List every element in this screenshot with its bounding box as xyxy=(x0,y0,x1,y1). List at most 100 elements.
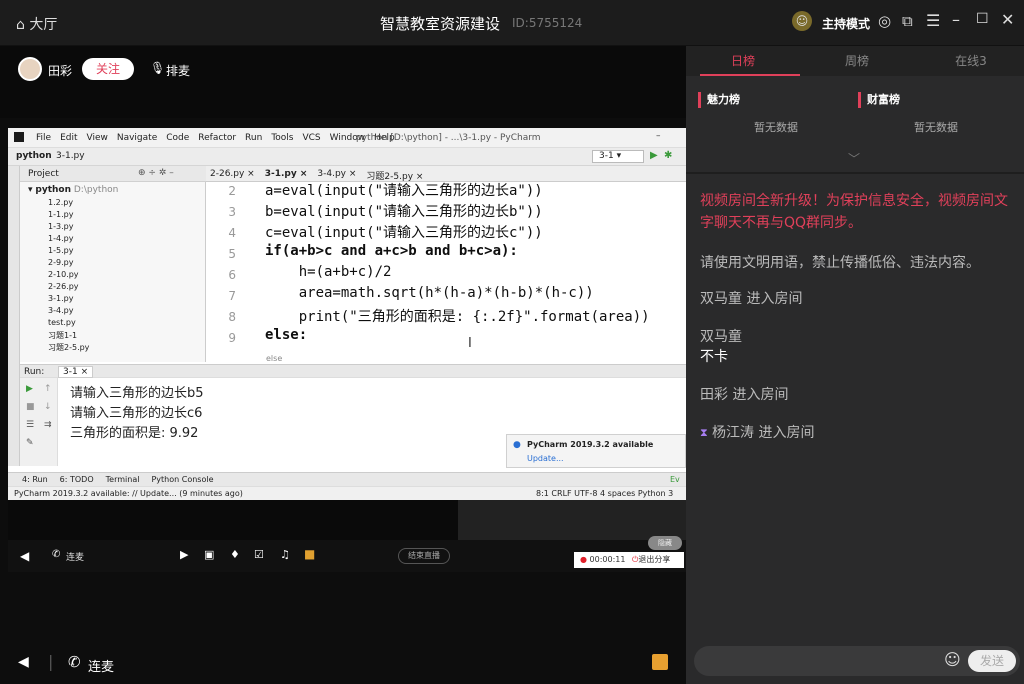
ide-menu-item[interactable]: Refactor xyxy=(198,133,236,143)
run-button-icon[interactable]: ▶ xyxy=(650,150,658,161)
project-file[interactable]: 2-10.py xyxy=(48,270,79,279)
run-toolbar: ▶ ↑ ■ ↓ ☰ ⇉ ✎ xyxy=(20,378,58,466)
share-camera-icon[interactable]: ▶ xyxy=(180,548,188,561)
share-mic-icon[interactable]: ♦ xyxy=(230,548,240,561)
project-file[interactable]: 2-9.py xyxy=(48,258,73,267)
tab-daily[interactable]: 日榜 xyxy=(688,46,798,76)
close-icon[interactable]: ✕ xyxy=(1001,10,1014,29)
ide-menu-item[interactable]: Code xyxy=(166,133,189,143)
code-line: a=eval(input("请输入三角形的边长a")) xyxy=(265,183,543,199)
scroll-down-icon[interactable]: ↓ xyxy=(44,402,52,412)
run-tab-label: 3-1 xyxy=(63,367,78,377)
debug-button-icon[interactable]: ✱ xyxy=(664,150,672,161)
tab-online[interactable]: 在线3 xyxy=(916,46,1024,76)
end-live-button[interactable]: 结束直播 xyxy=(398,548,450,564)
room-title: 智慧教室资源建设 xyxy=(380,15,501,33)
ide-menu-item[interactable]: File xyxy=(36,133,51,143)
share-video-pip xyxy=(458,500,686,540)
project-label[interactable]: Project xyxy=(28,169,59,179)
expand-chevron-icon[interactable]: ﹀ xyxy=(848,150,860,167)
bottom-tool-tab[interactable]: Terminal xyxy=(106,475,140,484)
lobby-button[interactable]: ⌂ 大厅 xyxy=(16,14,57,34)
project-file[interactable]: 1.2.py xyxy=(48,198,73,207)
ide-minimize-icon[interactable]: – xyxy=(656,131,661,141)
host-avatar-icon: ☺ xyxy=(792,11,812,31)
ide-menu-item[interactable]: VCS xyxy=(302,133,320,143)
project-file[interactable]: 2-26.py xyxy=(48,282,79,291)
project-file[interactable]: test.py xyxy=(48,318,76,327)
share-connect-icon[interactable]: ✆ xyxy=(52,549,60,560)
connect-label[interactable]: 连麦 xyxy=(88,656,114,675)
ide-window-title: python [D:\python] - ...\3-1.py - PyChar… xyxy=(356,133,541,143)
share-speaker-icon[interactable]: ◀ xyxy=(20,549,29,563)
bottom-tool-tab[interactable]: 6: TODO xyxy=(60,475,94,484)
settings-icon[interactable]: ◎ xyxy=(878,12,891,30)
project-file[interactable]: 习题1-1 xyxy=(48,330,77,341)
gift-icon[interactable] xyxy=(652,654,668,670)
project-tools-icon[interactable]: ⊕ ÷ ✲ – xyxy=(138,168,174,178)
maximize-icon[interactable]: ☐ xyxy=(976,11,989,27)
speaker-icon[interactable]: ◀ xyxy=(18,654,29,670)
event-log-tab[interactable]: Ev xyxy=(670,475,680,484)
project-file[interactable]: 1-5.py xyxy=(48,246,73,255)
project-file[interactable]: 3-4.py xyxy=(48,306,73,315)
wrap-icon[interactable]: ⇉ xyxy=(44,420,52,430)
mic-queue-icon[interactable]: 🎙 xyxy=(150,61,165,75)
project-file[interactable]: 3-1.py xyxy=(48,294,73,303)
editor-tab[interactable]: 2-26.py × xyxy=(210,169,255,182)
ide-menu-item[interactable]: Tools xyxy=(271,133,293,143)
divider: | xyxy=(48,652,54,671)
ide-menu-item[interactable]: View xyxy=(87,133,108,143)
layout-icon[interactable]: ☰ xyxy=(26,420,34,430)
wealth-board-title: 财富榜 xyxy=(858,92,900,108)
menu-icon[interactable]: ☰ xyxy=(926,11,940,30)
scroll-up-icon[interactable]: ↑ xyxy=(44,384,52,394)
nav-project[interactable]: python xyxy=(16,151,52,161)
project-file[interactable]: 习题2-5.py xyxy=(48,342,89,353)
project-file[interactable]: 1-1.py xyxy=(48,210,73,219)
popout-icon[interactable]: ⧉ xyxy=(902,12,913,30)
chat-input[interactable]: ☺ 发送 xyxy=(694,646,1020,676)
exit-share-button[interactable]: 退出分享 xyxy=(638,555,670,564)
line-number: 5 xyxy=(228,247,236,261)
stop-icon[interactable]: ■ xyxy=(26,402,35,412)
rerun-icon[interactable]: ▶ xyxy=(26,384,33,394)
bottom-bar: ◀ | ✆ 连麦 xyxy=(0,640,686,684)
minimize-icon[interactable]: – xyxy=(952,10,960,29)
bottom-tool-tab[interactable]: Python Console xyxy=(151,475,213,484)
bottom-tool-tab[interactable]: 4: Run xyxy=(22,475,48,484)
notification-update-link[interactable]: Update... xyxy=(527,454,564,463)
share-screen-icon[interactable]: ▣ xyxy=(204,548,214,561)
run-config-select[interactable]: 3-1 ▾ xyxy=(592,150,644,163)
project-file[interactable]: 1-3.py xyxy=(48,222,73,231)
mic-queue-label[interactable]: 排麦 xyxy=(166,62,190,79)
project-root[interactable]: ▾ python D:\python xyxy=(28,185,118,195)
connect-icon[interactable]: ✆ xyxy=(68,653,81,671)
code-line: h=(a+b+c)/2 xyxy=(265,264,392,280)
ranking-tabs: 日榜 周榜 在线3 xyxy=(686,46,1024,76)
shared-screen-pycharm: File Edit View Navigate Code Refactor Run Tools… xyxy=(8,128,686,500)
ide-navbar: python 3-1.py 3-1 ▾ ▶ ✱ xyxy=(8,148,686,166)
ide-menu-item[interactable]: Navigate xyxy=(117,133,157,143)
nav-file[interactable]: 3-1.py xyxy=(56,151,85,161)
emoji-icon[interactable]: ☺ xyxy=(944,650,961,669)
ide-menu-item[interactable]: Edit xyxy=(60,133,77,143)
chat-message: 田彩 进入房间 xyxy=(700,387,789,403)
run-panel-header: Run: 3-1 × xyxy=(20,364,686,378)
run-tab[interactable]: 3-1 × xyxy=(58,366,94,378)
share-gift-icon[interactable]: ■ xyxy=(304,547,315,561)
tab-weekly[interactable]: 周榜 xyxy=(802,46,912,76)
pin-icon[interactable]: ✎ xyxy=(26,438,34,448)
project-file[interactable]: 1-4.py xyxy=(48,234,73,243)
hide-button[interactable]: 隐藏 xyxy=(648,536,682,550)
share-music-icon[interactable]: ♫ xyxy=(280,548,290,561)
host-mode-label[interactable]: 主持模式 xyxy=(822,15,870,32)
host-avatar[interactable] xyxy=(18,57,42,81)
follow-button[interactable]: 关注 xyxy=(82,58,134,80)
ide-menu-item[interactable]: Run xyxy=(245,133,262,143)
update-notification[interactable]: ● PyCharm 2019.3.2 available Update... xyxy=(506,434,686,468)
share-connect-label[interactable]: 连麦 xyxy=(66,550,84,563)
send-button[interactable]: 发送 xyxy=(968,650,1016,672)
share-whiteboard-icon[interactable]: ☑ xyxy=(254,548,264,561)
right-panel: 日榜 周榜 在线3 魅力榜 财富榜 暂无数据 暂无数据 ﹀ 视频房间全新升级！为… xyxy=(686,46,1024,684)
